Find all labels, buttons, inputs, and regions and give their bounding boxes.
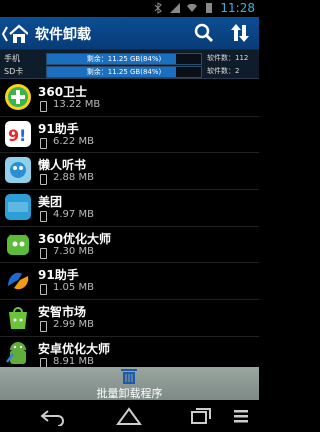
phone-storage-icon xyxy=(40,284,47,296)
page-title: 软件卸载 xyxy=(35,27,91,43)
91-assistant-icon: 9! xyxy=(5,120,31,147)
phone-storage-icon xyxy=(40,211,47,223)
phone-storage-row: 手机 剩余：11.25 GB(84%) 软件数：112 xyxy=(0,52,259,65)
app-size: 8.91 MB xyxy=(53,355,94,367)
search-button[interactable] xyxy=(193,22,215,44)
storage-bar: 剩余：11.25 GB(84%) xyxy=(46,66,202,78)
sort-button[interactable] xyxy=(229,22,251,44)
list-item[interactable]: 懒人听书 2.88 MB xyxy=(0,153,259,191)
phone-storage-icon xyxy=(40,137,47,149)
app-list: 360卫士 13.22 MB 9! 91助手 6.22 MB 懒人听书 2.88… xyxy=(0,80,259,374)
back-icon[interactable] xyxy=(38,406,68,426)
storage-bar-text: 剩余：11.25 GB(84%) xyxy=(86,68,162,76)
android-optimizer-icon xyxy=(6,341,26,364)
app-name: 安智市场 xyxy=(38,305,87,320)
home-button-icon[interactable] xyxy=(114,406,144,426)
trash-icon xyxy=(121,369,137,384)
search-icon xyxy=(194,23,214,43)
batch-uninstall-label: 批量卸载程序 xyxy=(96,387,163,400)
app-count: 软件数：112 xyxy=(207,54,249,62)
list-item[interactable]: 美团 4.97 MB xyxy=(0,190,259,227)
wifi-icon xyxy=(187,3,197,13)
svg-text:!: ! xyxy=(19,126,26,145)
list-item[interactable]: 91助手 1.05 MB xyxy=(0,263,259,301)
recent-apps-icon[interactable] xyxy=(186,406,216,426)
storage-label: 手机 xyxy=(4,54,20,63)
svg-text:9: 9 xyxy=(8,126,19,145)
battery-icon xyxy=(206,3,212,13)
91-assistant-icon xyxy=(8,273,29,290)
meituan-icon xyxy=(5,194,31,221)
app-size: 13.22 MB xyxy=(53,99,101,110)
sort-arrows-icon xyxy=(231,24,249,42)
signal-icon xyxy=(170,3,180,13)
storage-bar-text: 剩余：11.25 GB(84%) xyxy=(86,55,162,63)
back-home-button[interactable] xyxy=(1,23,29,45)
list-item[interactable]: 360卫士 13.22 MB xyxy=(0,80,259,117)
app-name: 91助手 xyxy=(38,268,79,283)
app-name: 360卫士 xyxy=(38,85,88,99)
app-size: 1.05 MB xyxy=(53,282,94,294)
storage-bar: 剩余：11.25 GB(84%) xyxy=(46,53,202,65)
storage-summary: 手机 剩余：11.25 GB(84%) 软件数：112 SD卡 剩余：11.25… xyxy=(0,50,259,79)
app-name: 91助手 xyxy=(38,121,79,136)
app-name: 360优化大师 xyxy=(38,231,112,246)
app-header: 软件卸载 xyxy=(0,17,259,50)
app-size: 2.88 MB xyxy=(53,172,94,184)
menu-icon[interactable] xyxy=(230,406,252,426)
sd-storage-row: SD卡 剩余：11.25 GB(84%) 软件数：2 xyxy=(0,65,259,78)
system-nav-bar xyxy=(0,400,259,432)
app-count: 软件数：2 xyxy=(207,67,240,75)
app-size: 6.22 MB xyxy=(53,135,94,147)
phone-storage-icon xyxy=(40,321,47,333)
list-item[interactable]: 安智市场 2.99 MB xyxy=(0,300,259,337)
anzhi-market-icon xyxy=(9,307,27,330)
batch-uninstall-button[interactable]: 批量卸载程序 xyxy=(0,367,259,400)
360-guard-icon xyxy=(5,84,31,110)
app-size: 7.30 MB xyxy=(53,245,94,257)
app-name: 安卓优化大师 xyxy=(38,341,111,356)
home-icon xyxy=(1,24,29,43)
phone-storage-icon xyxy=(40,101,47,112)
app-name: 美团 xyxy=(38,195,63,210)
phone-storage-icon xyxy=(40,247,47,259)
phone-storage-icon xyxy=(40,174,47,186)
bluetooth-icon xyxy=(154,2,162,14)
app-size: 4.97 MB xyxy=(53,209,94,221)
app-size: 2.99 MB xyxy=(53,319,94,331)
clock: 11:28 xyxy=(220,1,255,15)
list-item[interactable]: 360优化大师 7.30 MB xyxy=(0,227,259,264)
list-item[interactable]: 9! 91助手 6.22 MB xyxy=(0,117,259,154)
status-bar: 11:28 xyxy=(0,0,259,17)
lazy-audiobook-icon xyxy=(5,157,31,184)
app-name: 懒人听书 xyxy=(38,158,87,173)
360-optimizer-icon xyxy=(7,234,29,255)
storage-label: SD卡 xyxy=(4,67,24,76)
